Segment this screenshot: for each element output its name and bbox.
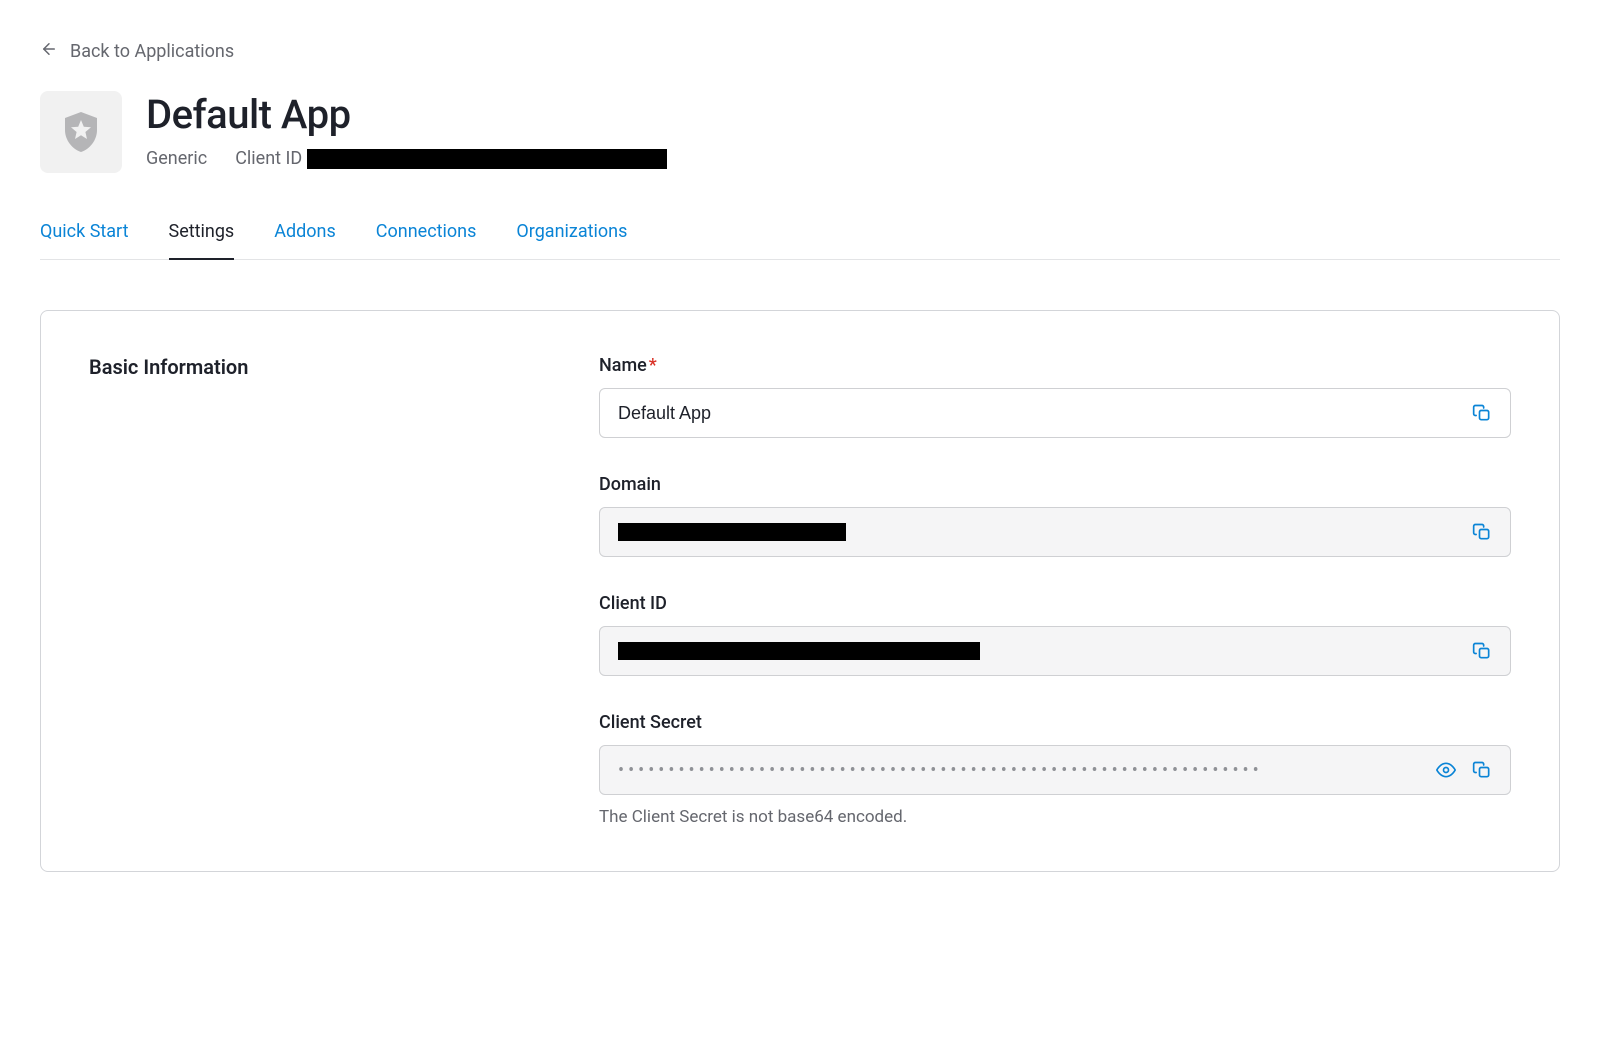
section-title: Basic Information (89, 355, 599, 379)
client-id-value-redacted (618, 642, 980, 660)
name-input[interactable] (618, 389, 1460, 437)
field-domain: Domain (599, 474, 1511, 557)
app-title: Default App (146, 91, 667, 138)
client-secret-label: Client Secret (599, 712, 1511, 733)
app-type: Generic (146, 148, 207, 169)
domain-value-redacted (618, 523, 846, 541)
tab-connections[interactable]: Connections (376, 221, 477, 260)
basic-information-card: Basic Information Name* Domain (40, 310, 1560, 872)
client-secret-masked: ••••••••••••••••••••••••••••••••••••••••… (618, 760, 1424, 781)
field-name: Name* (599, 355, 1511, 438)
domain-label: Domain (599, 474, 1511, 495)
field-client-secret: Client Secret ••••••••••••••••••••••••••… (599, 712, 1511, 827)
back-to-applications-link[interactable]: Back to Applications (40, 40, 234, 63)
app-header: Default App Generic Client ID (40, 91, 1560, 173)
tab-organizations[interactable]: Organizations (516, 221, 627, 260)
back-link-label: Back to Applications (70, 41, 234, 62)
tab-settings[interactable]: Settings (169, 221, 235, 260)
tab-addons[interactable]: Addons (274, 221, 336, 260)
tab-bar: Quick Start Settings Addons Connections … (40, 221, 1560, 260)
client-secret-help: The Client Secret is not base64 encoded. (599, 807, 1511, 827)
copy-icon[interactable] (1468, 756, 1496, 784)
eye-icon[interactable] (1432, 756, 1460, 784)
client-id-label: Client ID (599, 593, 1511, 614)
tab-quick-start[interactable]: Quick Start (40, 221, 129, 260)
arrow-left-icon (40, 40, 58, 63)
field-client-id: Client ID (599, 593, 1511, 676)
name-label: Name* (599, 355, 1511, 376)
copy-icon[interactable] (1468, 637, 1496, 665)
copy-icon[interactable] (1468, 399, 1496, 427)
client-id-label-inline: Client ID (235, 148, 667, 169)
client-id-redacted (307, 149, 667, 169)
copy-icon[interactable] (1468, 518, 1496, 546)
app-shield-icon (40, 91, 122, 173)
